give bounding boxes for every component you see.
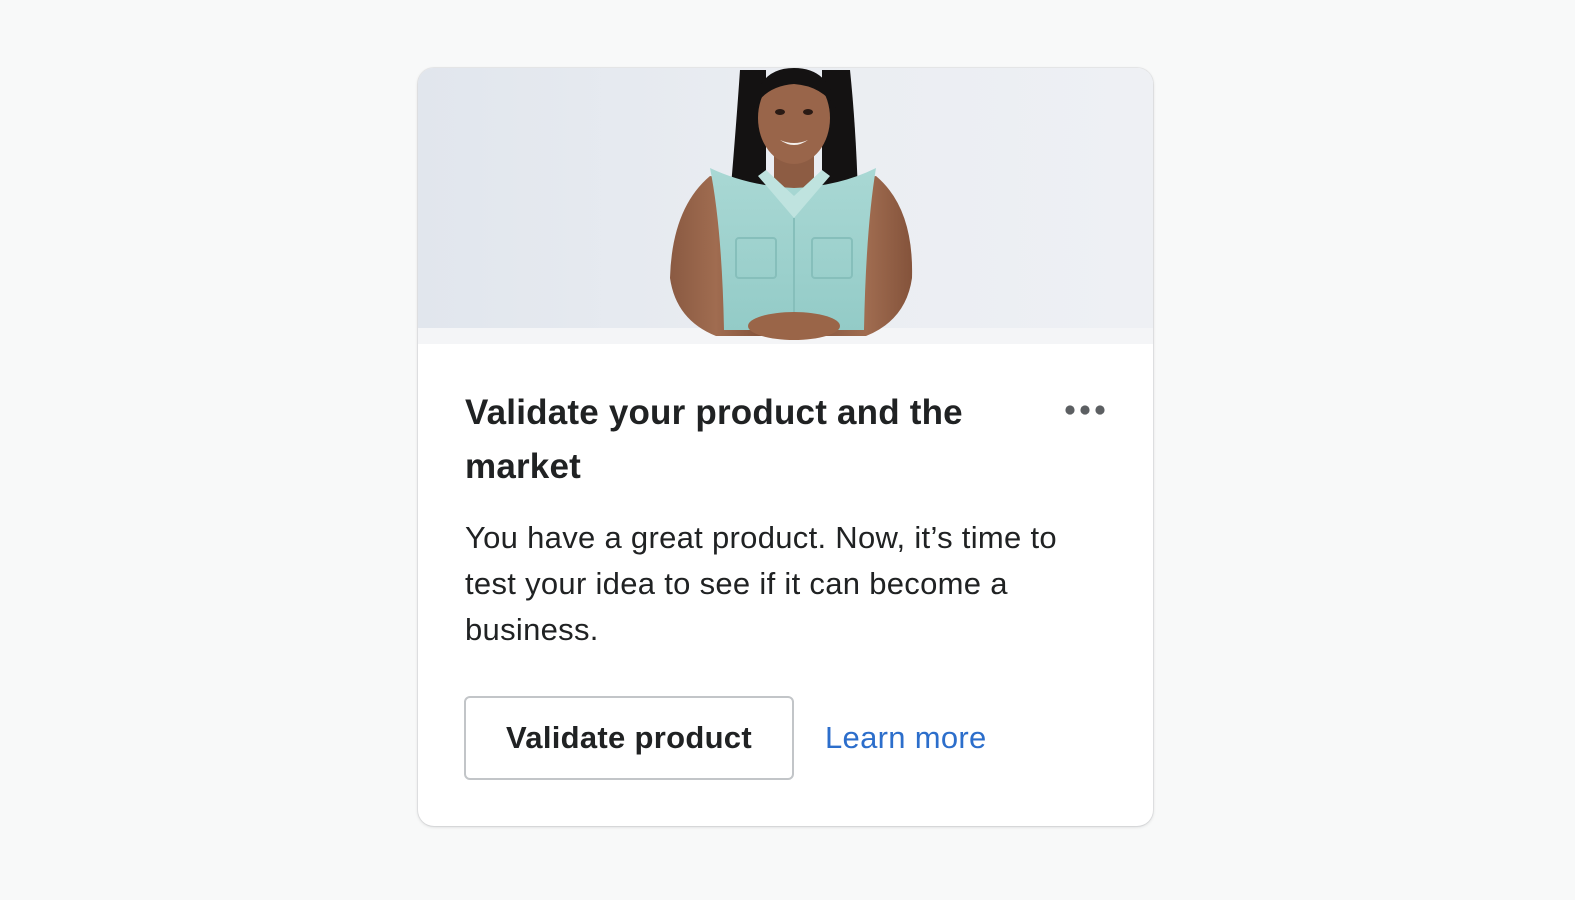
- validate-product-button[interactable]: Validate product: [464, 696, 794, 780]
- horizontal-dots-icon: [1065, 405, 1105, 415]
- card-description: You have a great product. Now, it’s time…: [465, 520, 1057, 647]
- card-hero-image: [418, 68, 1153, 344]
- more-actions-button[interactable]: [1059, 390, 1111, 430]
- learn-more-link[interactable]: Learn more: [825, 718, 987, 758]
- media-card: Validate your product and the market You…: [418, 68, 1153, 826]
- card-title: Validate your product and the market: [465, 393, 963, 486]
